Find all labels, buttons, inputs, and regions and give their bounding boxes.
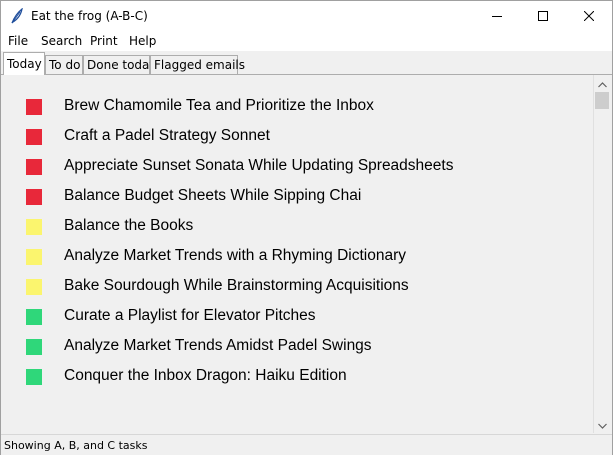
menu-print[interactable]: Print (90, 34, 118, 48)
priority-swatch (26, 219, 42, 235)
tab-done-today[interactable]: Done today (83, 55, 157, 74)
menu-help[interactable]: Help (129, 34, 156, 48)
title-bar[interactable]: Eat the frog (A-B-C) (1, 1, 612, 32)
tab-today[interactable]: Today (3, 52, 45, 75)
task-row[interactable]: Curate a Playlist for Elevator Pitches (2, 302, 562, 332)
feather-icon (9, 7, 25, 24)
maximize-icon (538, 10, 548, 24)
task-row[interactable]: Conquer the Inbox Dragon: Haiku Edition (2, 362, 562, 392)
priority-swatch (26, 129, 42, 145)
scroll-down-button[interactable] (594, 416, 611, 433)
minimize-button[interactable] (474, 1, 520, 32)
vertical-scrollbar[interactable] (593, 75, 611, 433)
chevron-up-icon (598, 77, 607, 91)
task-row[interactable]: Brew Chamomile Tea and Prioritize the In… (2, 92, 562, 122)
priority-swatch (26, 159, 42, 175)
task-label: Brew Chamomile Tea and Prioritize the In… (64, 97, 374, 114)
task-row[interactable]: Appreciate Sunset Sonata While Updating … (2, 152, 562, 182)
scroll-up-button[interactable] (594, 75, 611, 92)
priority-swatch (26, 189, 42, 205)
task-row[interactable]: Craft a Padel Strategy Sonnet (2, 122, 562, 152)
task-list: Brew Chamomile Tea and Prioritize the In… (2, 75, 593, 433)
task-label: Analyze Market Trends Amidst Padel Swing… (64, 337, 372, 354)
menu-search[interactable]: Search (41, 34, 82, 48)
close-button[interactable] (566, 1, 612, 32)
task-label: Craft a Padel Strategy Sonnet (64, 127, 270, 144)
maximize-button[interactable] (520, 1, 566, 32)
chevron-down-icon (598, 418, 607, 432)
task-row[interactable]: Balance the Books (2, 212, 562, 242)
app-window: Eat the frog (A-B-C) File Search Print H… (0, 0, 613, 455)
tab-strip: Today To do Done today Flagged emails (1, 51, 612, 75)
window-title: Eat the frog (A-B-C) (31, 9, 148, 23)
minimize-icon (492, 10, 502, 24)
priority-swatch (26, 279, 42, 295)
scroll-thumb[interactable] (595, 92, 609, 109)
status-text: Showing A, B, and C tasks (4, 439, 148, 452)
menu-file[interactable]: File (8, 34, 28, 48)
task-row[interactable]: Balance Budget Sheets While Sipping Chai (2, 182, 562, 212)
task-label: Balance the Books (64, 217, 194, 234)
priority-swatch (26, 339, 42, 355)
priority-swatch (26, 309, 42, 325)
menu-bar: File Search Print Help (1, 32, 612, 51)
task-label: Balance Budget Sheets While Sipping Chai (64, 187, 362, 204)
priority-swatch (26, 249, 42, 265)
task-label: Analyze Market Trends with a Rhyming Dic… (64, 247, 406, 264)
priority-swatch (26, 99, 42, 115)
task-label: Bake Sourdough While Brainstorming Acqui… (64, 277, 409, 294)
status-bar: Showing A, B, and C tasks (1, 434, 612, 455)
priority-swatch (26, 369, 42, 385)
task-row[interactable]: Analyze Market Trends Amidst Padel Swing… (2, 332, 562, 362)
task-row[interactable]: Bake Sourdough While Brainstorming Acqui… (2, 272, 562, 302)
close-icon (583, 10, 595, 24)
task-label: Appreciate Sunset Sonata While Updating … (64, 157, 454, 174)
task-label: Curate a Playlist for Elevator Pitches (64, 307, 316, 324)
tab-flagged-emails[interactable]: Flagged emails (150, 55, 245, 74)
task-row[interactable]: Analyze Market Trends with a Rhyming Dic… (2, 242, 562, 272)
task-label: Conquer the Inbox Dragon: Haiku Edition (64, 367, 347, 384)
tab-to-do[interactable]: To do (45, 55, 83, 74)
